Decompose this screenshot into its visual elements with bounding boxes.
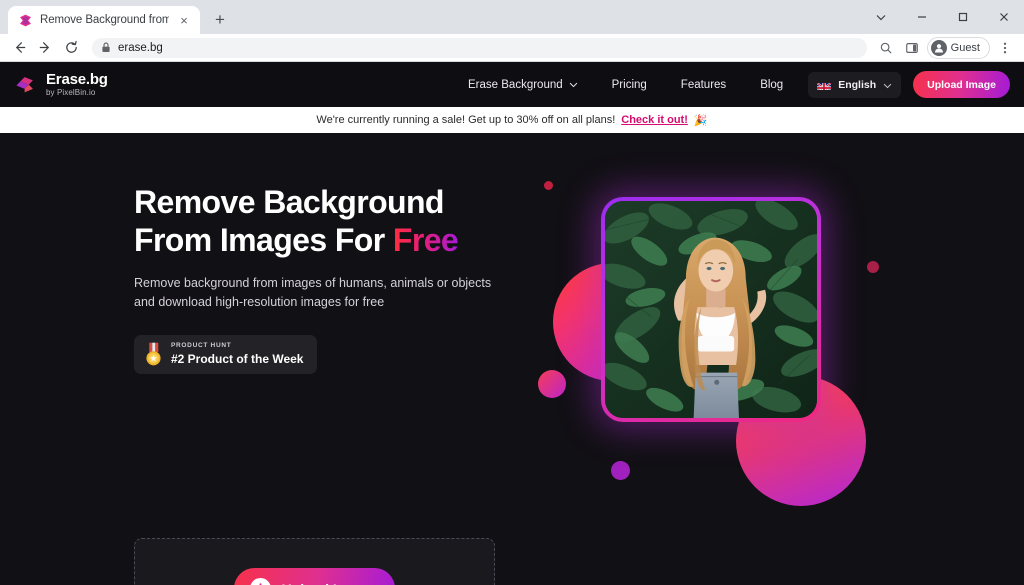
erasebg-logo-icon <box>14 73 38 97</box>
back-arrow-icon[interactable] <box>6 35 32 61</box>
upload-image-button[interactable]: Upload Image <box>233 568 396 585</box>
decorative-dot-top-left <box>544 181 553 190</box>
medal-icon <box>145 342 162 367</box>
side-panel-icon[interactable] <box>899 35 925 61</box>
upload-image-nav-button[interactable]: Upload Image <box>913 71 1010 98</box>
hero-title-highlight: Free <box>392 222 459 259</box>
hero-photo-frame <box>601 197 821 422</box>
new-tab-button[interactable]: + <box>206 6 234 34</box>
party-popper-icon: 🎉 <box>693 114 708 127</box>
product-hunt-rank: #2 Product of the Week <box>171 352 304 367</box>
address-bar-url: erase.bg <box>118 41 163 54</box>
site-logo[interactable]: Erase.bg by PixelBin.io <box>14 72 108 97</box>
nav-item-pricing[interactable]: Pricing <box>595 70 664 100</box>
profile-label: Guest <box>950 41 980 54</box>
forward-arrow-icon[interactable] <box>32 35 58 61</box>
hero-section: Remove Background From Images For Free R… <box>0 133 1024 585</box>
page-content: Erase.bg by PixelBin.io Erase Background… <box>0 62 1024 585</box>
upload-dropzone[interactable]: Upload Image Drop an image or paste URL … <box>134 538 495 585</box>
tab-strip: Remove Background from Image × + <box>0 0 1024 34</box>
browser-window: Remove Background from Image × + <box>0 0 1024 585</box>
profile-chip[interactable]: Guest <box>926 36 990 59</box>
erasebg-favicon-icon <box>18 13 33 28</box>
hero-illustration <box>508 133 938 585</box>
decorative-dot-bottom <box>611 461 630 480</box>
reload-icon[interactable] <box>58 35 84 61</box>
address-bar[interactable]: erase.bg <box>92 37 867 58</box>
lock-icon <box>101 42 111 53</box>
nav-item-features[interactable]: Features <box>664 70 743 100</box>
nav-label: Erase Background <box>468 78 563 91</box>
toolbar-right-actions: Guest <box>873 35 1018 61</box>
close-icon[interactable] <box>983 0 1024 34</box>
language-selector[interactable]: English <box>808 71 902 98</box>
page-title: Remove Background From Images For Free <box>134 183 534 260</box>
brand-subtitle: by PixelBin.io <box>46 88 96 97</box>
language-label: English <box>838 78 877 91</box>
window-controls <box>860 0 1024 34</box>
brand-text: Erase.bg by PixelBin.io <box>46 72 108 97</box>
nav-label: Pricing <box>611 78 647 91</box>
site-nav: Erase Background Pricing Features Blog E… <box>451 70 1010 100</box>
nav-label: Features <box>680 78 727 91</box>
hero-text-block: Remove Background From Images For Free R… <box>134 183 534 374</box>
decorative-dot-left-gradient <box>538 370 566 398</box>
nav-label: Blog <box>760 78 784 91</box>
upload-button-label: Upload Image <box>282 581 374 585</box>
plus-icon <box>249 578 271 585</box>
minimize-icon[interactable] <box>901 0 942 34</box>
product-hunt-kicker: PRODUCT HUNT <box>171 341 232 349</box>
tab-title: Remove Background from Image <box>40 14 169 26</box>
product-hunt-badge[interactable]: PRODUCT HUNT #2 Product of the Week <box>134 334 318 374</box>
nav-item-blog[interactable]: Blog <box>743 70 800 100</box>
hero-title-line1: Remove Background <box>134 184 444 220</box>
tab-close-icon[interactable]: × <box>176 12 192 28</box>
announcement-link[interactable]: Check it out! <box>621 114 688 126</box>
hero-photo <box>605 201 817 418</box>
hero-title-line2: From Images For <box>134 222 393 259</box>
search-icon[interactable] <box>873 35 899 61</box>
site-header: Erase.bg by PixelBin.io Erase Background… <box>0 62 1024 107</box>
chevron-down-icon <box>569 79 578 91</box>
uk-flag-icon <box>817 80 832 90</box>
chevron-down-icon[interactable] <box>860 0 901 34</box>
avatar <box>930 39 947 56</box>
announcement-bar: We're currently running a sale! Get up t… <box>0 107 1024 133</box>
chevron-down-icon <box>883 76 892 94</box>
nav-item-erase-background[interactable]: Erase Background <box>451 70 595 100</box>
kebab-menu-icon[interactable] <box>992 35 1018 61</box>
maximize-icon[interactable] <box>942 0 983 34</box>
brand-name: Erase.bg <box>46 71 108 88</box>
hero-subtitle: Remove background from images of humans,… <box>134 275 492 310</box>
decorative-dot-right <box>867 261 879 273</box>
announcement-text: We're currently running a sale! Get up t… <box>316 114 616 126</box>
browser-toolbar: erase.bg Guest <box>0 34 1024 62</box>
browser-tab[interactable]: Remove Background from Image × <box>8 6 200 34</box>
product-hunt-text: PRODUCT HUNT #2 Product of the Week <box>171 341 304 367</box>
